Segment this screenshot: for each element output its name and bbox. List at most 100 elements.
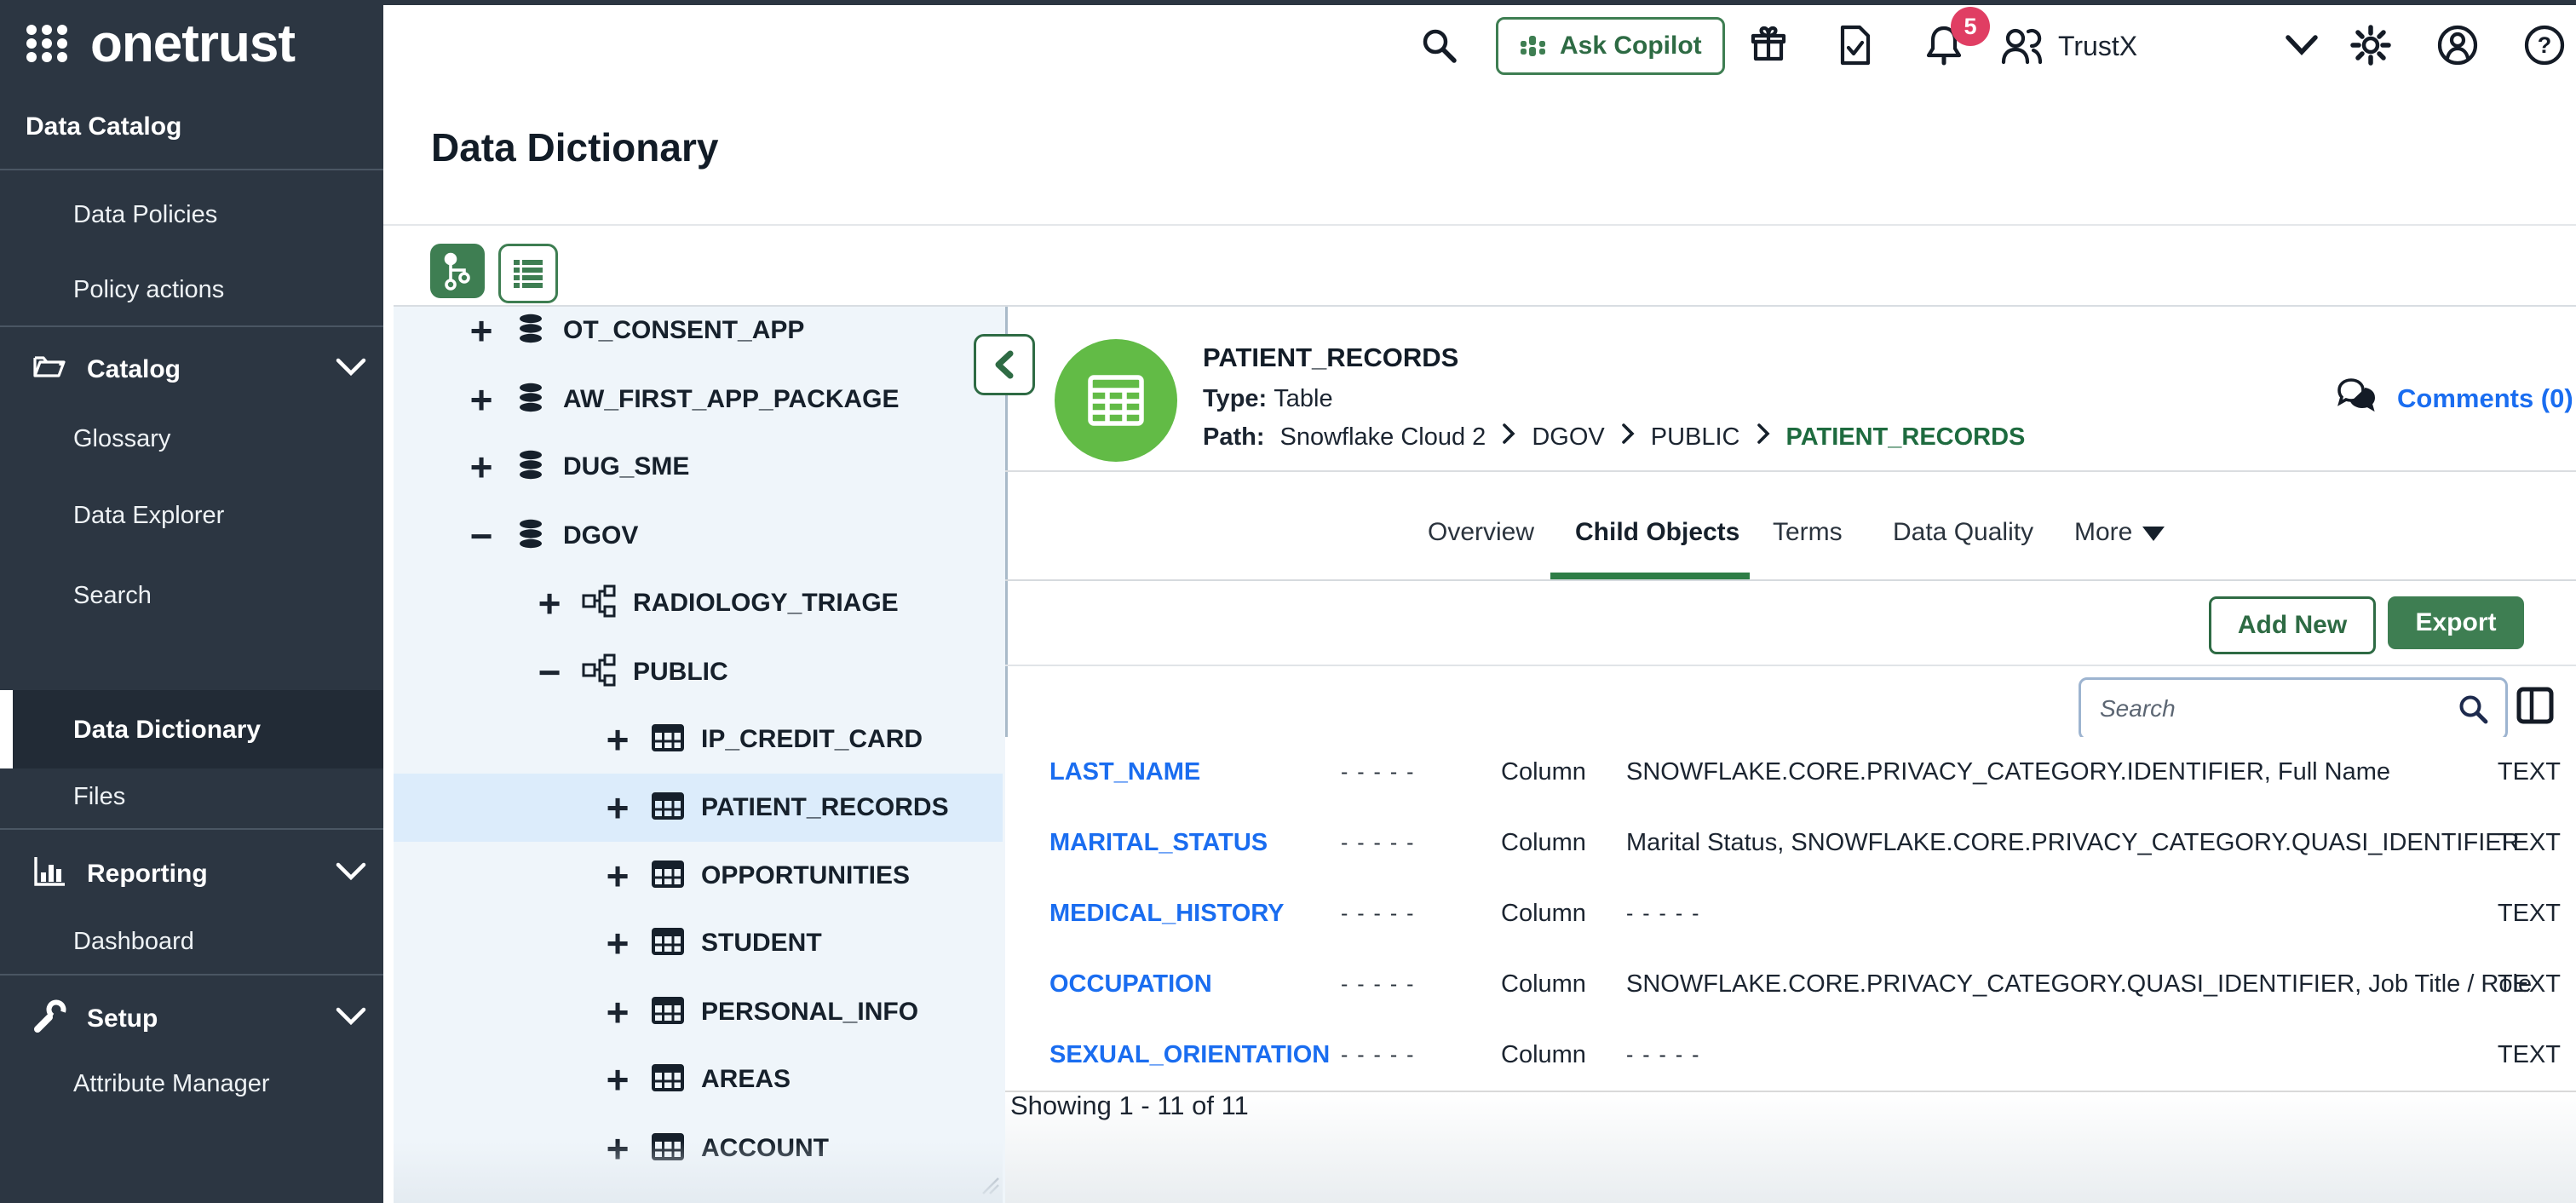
tree-item-patient-records[interactable]: + PATIENT_RECORDS [601,774,949,842]
tree-item-opportunities[interactable]: + OPPORTUNITIES [601,842,910,910]
sidebar-item-data-dictionary[interactable]: Data Dictionary [73,716,261,745]
tree-item-ot-consent-app[interactable]: + OT_CONSENT_APP [464,296,804,365]
collapse-icon[interactable]: − [532,655,566,689]
search-icon[interactable] [2456,692,2505,726]
expand-icon[interactable]: + [601,722,635,757]
chevron-right-icon [1756,423,1771,452]
column-name-link[interactable]: SEXUAL_ORIENTATION [1049,1020,1330,1091]
table-icon [650,993,686,1032]
table-row[interactable]: OCCUPATION - - - - - Column SNOWFLAKE.CO… [1005,949,2576,1022]
account-icon[interactable] [2436,24,2479,66]
collapse-panel-button[interactable] [974,334,1035,395]
sidebar-item-data-explorer[interactable]: Data Explorer [73,502,224,530]
cell-object-type: Column [1501,737,1586,808]
tree-item-aw-first-app-package[interactable]: + AW_FIRST_APP_PACKAGE [464,366,900,434]
export-button[interactable]: Export [2388,596,2524,649]
sidebar-group-label: Catalog [87,355,181,384]
expand-icon[interactable]: + [532,586,566,620]
collapse-icon[interactable]: − [464,519,498,553]
tree-item-dug-sme[interactable]: + DUG_SME [464,433,689,501]
column-settings-icon[interactable] [2515,685,2556,726]
column-name-link[interactable]: OCCUPATION [1049,949,1212,1020]
brand[interactable]: onetrust [22,14,295,74]
table-row[interactable]: SEXUAL_ORIENTATION - - - - - Column - - … [1005,1020,2576,1092]
tree-item-radiology-triage[interactable]: + RADIOLOGY_TRIAGE [532,569,899,637]
brand-wordmark: onetrust [90,14,295,74]
expand-icon[interactable]: + [601,859,635,893]
app-grid-icon[interactable] [22,17,72,71]
column-name-link[interactable]: MARITAL_STATUS [1049,808,1268,878]
chevron-down-icon[interactable] [334,861,368,887]
tenant-name[interactable]: TrustX [2058,31,2137,62]
expand-icon[interactable]: + [601,1131,635,1166]
sidebar-item-attribute-manager[interactable]: Attribute Manager [73,1070,270,1098]
comments-label: Comments (0) [2397,383,2573,414]
sidebar-item-glossary[interactable]: Glossary [73,425,170,453]
sidebar-group-catalog[interactable]: Catalog [31,348,181,392]
sidebar-group-reporting[interactable]: Reporting [31,852,208,896]
help-icon[interactable]: ? [2523,24,2566,66]
expand-icon[interactable]: + [601,926,635,960]
sidebar-item-search[interactable]: Search [73,582,152,610]
sidebar-item-data-policies[interactable]: Data Policies [73,201,217,229]
column-name-link[interactable]: LAST_NAME [1049,737,1200,808]
expand-icon[interactable]: + [601,791,635,825]
tree-item-personal-info[interactable]: + PERSONAL_INFO [601,978,918,1046]
sidebar-group-setup[interactable]: Setup [31,997,158,1041]
tree-item-public[interactable]: − PUBLIC [532,638,728,706]
copilot-icon [1519,29,1548,63]
tab-data-quality[interactable]: Data Quality [1893,518,2033,547]
chevron-down-icon[interactable] [334,356,368,383]
divider [0,828,383,830]
breadcrumb-segment[interactable]: PUBLIC [1651,423,1740,452]
tab-child-objects[interactable]: Child Objects [1575,518,1739,547]
expand-icon[interactable]: + [464,450,498,484]
tab-overview[interactable]: Overview [1428,518,1534,547]
divider [0,974,383,976]
table-search-input[interactable] [2081,695,2456,722]
add-new-button[interactable]: Add New [2209,596,2376,654]
table-search-box [2079,677,2508,740]
comments-link[interactable]: Comments (0) [2336,377,2573,421]
tree-item-dgov[interactable]: − DGOV [464,502,638,570]
sidebar-item-policy-actions[interactable]: Policy actions [73,276,224,304]
breadcrumb-segment[interactable]: Snowflake Cloud 2 [1280,423,1486,452]
gift-icon[interactable] [1748,25,1789,66]
expand-icon[interactable]: + [464,383,498,417]
tree-item-ip-credit-card[interactable]: + IP_CREDIT_CARD [601,705,923,774]
entity-table-icon [1055,339,1177,462]
cell-object-type: Column [1501,949,1586,1020]
list-view-toggle[interactable] [498,244,558,303]
divider [1005,665,2576,666]
sidebar-selection-indicator [0,690,13,768]
document-check-icon[interactable] [1835,24,1874,66]
sidebar-item-files[interactable]: Files [73,783,125,811]
table-icon [650,789,686,827]
tree-item-areas[interactable]: + AREAS [601,1045,791,1114]
page-title: Data Dictionary [431,124,718,170]
tree-item-student[interactable]: + STUDENT [601,909,822,977]
expand-icon[interactable]: + [601,995,635,1029]
table-row[interactable]: MEDICAL_HISTORY - - - - - Column - - - -… [1005,878,2576,951]
column-name-link[interactable]: MEDICAL_HISTORY [1049,878,1285,949]
table-row[interactable]: MARITAL_STATUS - - - - - Column Marital … [1005,808,2576,880]
tab-more[interactable]: More [2074,518,2165,547]
table-pagination-status: Showing 1 - 11 of 11 [1010,1091,1249,1121]
resize-grip[interactable] [978,1173,1000,1200]
chevron-down-icon[interactable] [2283,32,2320,58]
chevron-down-icon[interactable] [334,1005,368,1032]
expand-icon[interactable]: + [464,314,498,348]
cell-description: SNOWFLAKE.CORE.PRIVACY_CATEGORY.IDENTIFI… [1626,737,2390,808]
global-search-icon[interactable] [1419,26,1458,65]
product-name: Data Catalog [26,112,181,141]
tree-item-account[interactable]: + ACCOUNT [601,1114,829,1183]
ask-copilot-button[interactable]: Ask Copilot [1496,17,1725,75]
expand-icon[interactable]: + [601,1062,635,1097]
delegates-people-icon[interactable] [1998,25,2044,66]
sidebar-item-dashboard[interactable]: Dashboard [73,928,194,956]
tab-terms[interactable]: Terms [1773,518,1843,547]
table-row[interactable]: LAST_NAME - - - - - Column SNOWFLAKE.COR… [1005,737,2576,809]
settings-gear-icon[interactable] [2349,24,2392,66]
tree-view-toggle[interactable] [430,244,485,298]
breadcrumb-segment[interactable]: DGOV [1532,423,1604,452]
